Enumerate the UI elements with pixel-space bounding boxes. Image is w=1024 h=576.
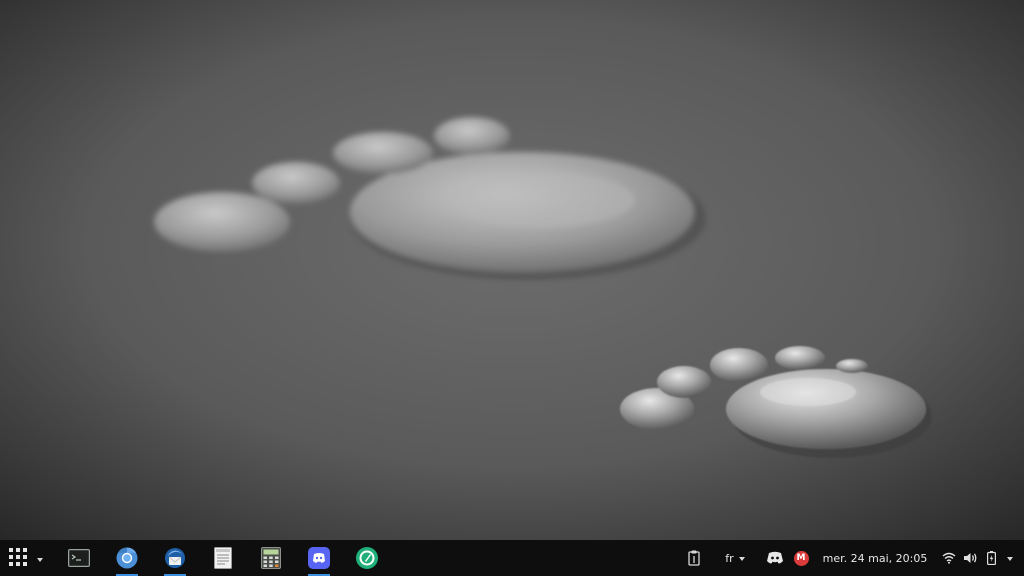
system-menu-button[interactable] [1002, 540, 1018, 576]
taskbar: fr M mer. 24 mai, 20:05 [0, 540, 1024, 576]
tray-mail-notifier[interactable]: M [791, 540, 811, 576]
battery-icon [986, 551, 996, 565]
tray-volume[interactable] [960, 540, 980, 576]
clock-label: mer. 24 mai, 20:05 [822, 551, 928, 565]
tray-discord[interactable] [764, 540, 786, 576]
discord-icon [308, 547, 330, 569]
text-editor-icon [214, 547, 232, 569]
chevron-down-icon [1007, 557, 1013, 561]
discord-tray-icon [767, 551, 783, 564]
taskbar-app-green[interactable] [350, 540, 384, 576]
taskbar-app-calculator[interactable] [254, 540, 288, 576]
chromium-icon [116, 547, 138, 569]
green-circle-app-icon [356, 547, 378, 569]
clock[interactable]: mer. 24 mai, 20:05 [822, 540, 928, 576]
tray-wifi[interactable] [940, 540, 958, 576]
taskbar-app-chromium[interactable] [110, 540, 144, 576]
thunderbird-icon [165, 548, 185, 568]
chevron-down-icon [37, 558, 43, 562]
calculator-icon [261, 547, 281, 569]
keyboard-layout-selector[interactable]: fr [718, 540, 752, 576]
tray-battery[interactable] [982, 540, 1000, 576]
taskbar-app-text-editor[interactable] [206, 540, 240, 576]
gmail-badge-icon: M [793, 550, 809, 566]
taskbar-app-thunderbird[interactable] [158, 540, 192, 576]
app-launcher-button[interactable] [4, 540, 48, 576]
terminal-icon [68, 549, 90, 567]
taskbar-app-discord[interactable] [302, 540, 336, 576]
taskbar-app-terminal[interactable] [62, 540, 96, 576]
clipboard-icon [688, 550, 700, 566]
volume-icon [963, 553, 976, 563]
keyboard-layout-label: fr [725, 551, 734, 565]
app-grid-icon [9, 548, 27, 566]
desktop[interactable] [0, 0, 1024, 540]
wifi-icon [942, 552, 956, 564]
chevron-down-icon [738, 557, 745, 561]
wallpaper [0, 0, 1024, 540]
mail-badge-letter: M [796, 552, 806, 563]
tray-clipboard[interactable] [684, 540, 704, 576]
